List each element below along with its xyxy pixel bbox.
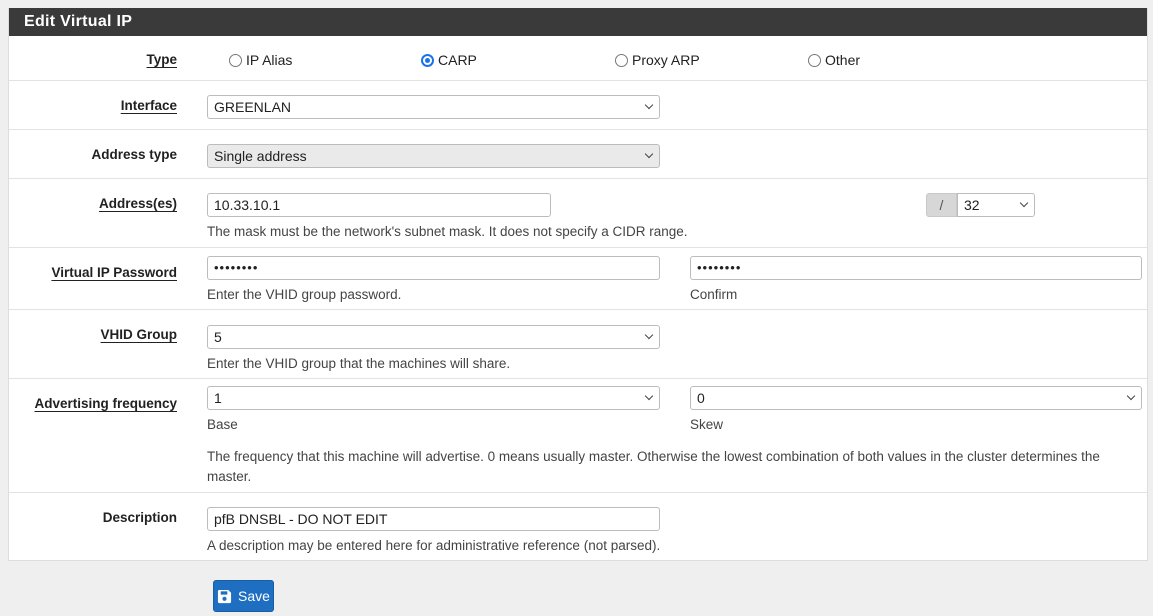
cidr-slash: / — [926, 193, 957, 217]
save-button[interactable]: Save — [213, 580, 274, 612]
description-label: Description — [102, 510, 177, 525]
address-type-select[interactable]: Single address — [207, 144, 660, 168]
vip-password-label: Virtual IP Password — [51, 265, 177, 280]
advertising-skew-help: Skew — [690, 417, 724, 432]
description-input[interactable]: pfB DNSBL - DO NOT EDIT — [207, 507, 660, 531]
type-label: Type — [146, 52, 177, 67]
vhid-group-row: VHID Group 5 Enter the VHID group that t… — [9, 309, 1147, 378]
description-row: Description pfB DNSBL - DO NOT EDIT A de… — [9, 492, 1147, 561]
cidr-mask-select[interactable]: 32 — [957, 193, 1035, 217]
advertising-base-help: Base — [207, 417, 238, 432]
radio-proxy-arp[interactable]: Proxy ARP — [615, 52, 700, 68]
radio-circle-icon — [808, 53, 821, 67]
panel-title: Edit Virtual IP — [9, 8, 1147, 36]
description-help: A description may be entered here for ad… — [207, 538, 661, 553]
vhid-group-label: VHID Group — [100, 327, 178, 342]
type-row: Type IP Alias CARP Proxy ARP Other — [9, 36, 1147, 80]
radio-circle-icon — [615, 53, 628, 67]
address-input[interactable]: 10.33.10.1 — [207, 193, 551, 217]
address-type-row: Address type Single address — [9, 129, 1147, 178]
vhid-group-select[interactable]: 5 — [207, 325, 660, 349]
radio-other-label: Other — [825, 52, 861, 68]
radio-carp-label: CARP — [438, 52, 477, 68]
address-type-label: Address type — [91, 147, 177, 162]
advertising-base-select[interactable]: 1 — [207, 386, 660, 410]
addresses-label: Address(es) — [98, 196, 177, 211]
interface-label: Interface — [120, 98, 177, 113]
save-button-label: Save — [238, 588, 270, 604]
interface-select[interactable]: GREENLAN — [207, 95, 660, 119]
radio-selected-icon — [421, 53, 434, 67]
advertising-row: Advertising frequency 1 0 Base Skew The … — [9, 378, 1147, 492]
radio-circle-icon — [229, 53, 242, 67]
addresses-row: Address(es) 10.33.10.1 / 32 The mask mus… — [9, 178, 1147, 247]
radio-ip-alias-label: IP Alias — [246, 52, 293, 68]
advertising-help: The frequency that this machine will adv… — [207, 449, 1100, 484]
radio-proxy-arp-label: Proxy ARP — [632, 52, 700, 68]
advertising-label: Advertising frequency — [34, 396, 177, 411]
interface-row: Interface GREENLAN — [9, 80, 1147, 129]
edit-virtual-ip-panel: Edit Virtual IP Type IP Alias CARP Proxy… — [8, 8, 1148, 561]
radio-ip-alias[interactable]: IP Alias — [229, 52, 292, 68]
radio-carp[interactable]: CARP — [421, 52, 477, 68]
vip-password-confirm-help: Confirm — [690, 287, 738, 302]
vip-password-row: Virtual IP Password •••••••• •••••••• En… — [9, 247, 1147, 309]
vip-password-input[interactable]: •••••••• — [207, 256, 660, 280]
floppy-disk-icon — [217, 589, 232, 604]
vip-password-confirm-input[interactable]: •••••••• — [690, 256, 1142, 280]
radio-other[interactable]: Other — [808, 52, 860, 68]
addresses-help: The mask must be the network's subnet ma… — [207, 224, 688, 239]
vip-password-help: Enter the VHID group password. — [207, 287, 402, 302]
vhid-group-help: Enter the VHID group that the machines w… — [207, 356, 511, 371]
advertising-skew-select[interactable]: 0 — [690, 386, 1142, 410]
